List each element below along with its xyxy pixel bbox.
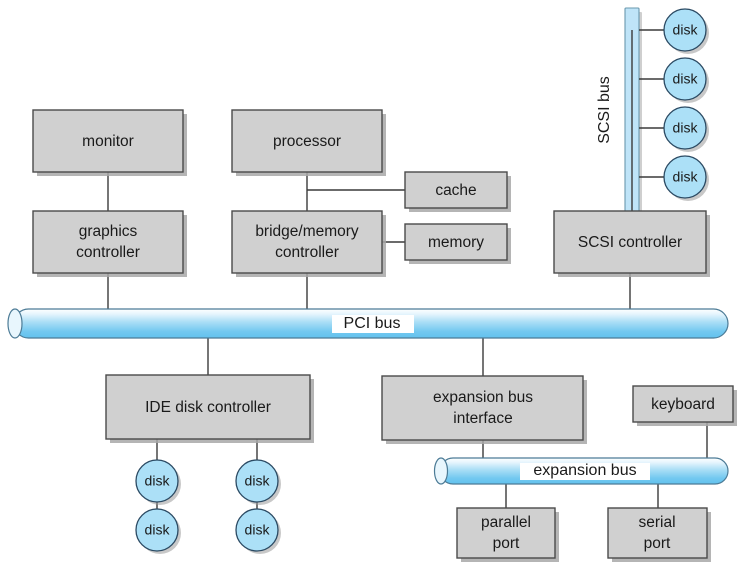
disk-ide-2[interactable]: disk [135, 508, 181, 554]
disk-label-ide-4: disk [245, 522, 271, 538]
disk-ide-4[interactable]: disk [235, 508, 281, 554]
disk-label-scsi-2: disk [673, 71, 699, 87]
box-label-ide-disk-controller: IDE disk controller [145, 399, 271, 416]
disk-ide-1[interactable]: disk [135, 459, 181, 505]
box-processor[interactable]: processor [231, 109, 386, 176]
disk-label-ide-2: disk [145, 522, 171, 538]
box-label-graphics-line-1: graphics [79, 223, 138, 240]
disk-label-scsi-4: disk [673, 169, 699, 185]
bus-architecture-diagram: SCSI bus PCI bus expansion bus monitor p… [0, 0, 742, 572]
box-serial-port[interactable]: serial port [607, 507, 711, 562]
box-label-cache: cache [435, 182, 476, 199]
scsi-bus: SCSI bus [596, 7, 642, 217]
box-expansion-bus-interface[interactable]: expansion bus interface [381, 375, 587, 444]
expansion-bus: expansion bus [433, 457, 729, 485]
box-cache[interactable]: cache [404, 171, 511, 212]
diagram-canvas: SCSI bus PCI bus expansion bus monitor p… [7, 7, 737, 562]
pci-bus-label: PCI bus [344, 315, 401, 332]
disk-label-ide-1: disk [145, 473, 171, 489]
scsi-bus-label: SCSI bus [596, 76, 613, 144]
pci-bus: PCI bus [7, 308, 729, 339]
box-bridge-memory-controller[interactable]: bridge/memory controller [231, 210, 386, 277]
box-keyboard[interactable]: keyboard [632, 385, 737, 426]
box-parallel-port[interactable]: parallel port [456, 507, 559, 562]
box-graphics-controller[interactable]: graphics controller [32, 210, 187, 277]
box-scsi-controller[interactable]: SCSI controller [553, 210, 710, 277]
box-label-monitor: monitor [82, 133, 134, 150]
box-memory[interactable]: memory [404, 223, 511, 264]
box-label-bridge-line-2: controller [275, 244, 339, 261]
box-label-keyboard: keyboard [651, 396, 715, 413]
pci-bus-left-cap [7, 308, 23, 339]
box-label-serial-port-line-1: serial [638, 514, 675, 531]
disk-label-scsi-3: disk [673, 120, 699, 136]
disk-label-ide-3: disk [245, 473, 271, 489]
disk-scsi-2[interactable]: disk [663, 57, 709, 103]
expansion-bus-left-cap [433, 457, 449, 485]
box-label-processor: processor [273, 133, 341, 150]
disk-label-scsi-1: disk [673, 22, 699, 38]
box-label-scsi-controller: SCSI controller [578, 234, 682, 251]
disk-scsi-4[interactable]: disk [663, 155, 709, 201]
box-label-bridge-line-1: bridge/memory [255, 223, 359, 240]
box-monitor[interactable]: monitor [32, 109, 187, 176]
box-label-memory: memory [428, 234, 484, 251]
box-ide-disk-controller[interactable]: IDE disk controller [105, 374, 314, 443]
box-label-graphics-line-2: controller [76, 244, 140, 261]
box-label-parallel-port-line-2: port [493, 535, 520, 552]
expansion-bus-label: expansion bus [533, 462, 636, 479]
disk-scsi-1[interactable]: disk [663, 8, 709, 54]
disk-ide-3[interactable]: disk [235, 459, 281, 505]
box-label-serial-port-line-2: port [644, 535, 671, 552]
box-label-parallel-port-line-1: parallel [481, 514, 531, 531]
disk-scsi-3[interactable]: disk [663, 106, 709, 152]
box-label-expansion-interface-line-1: expansion bus [433, 389, 533, 406]
box-label-expansion-interface-line-2: interface [453, 410, 512, 427]
